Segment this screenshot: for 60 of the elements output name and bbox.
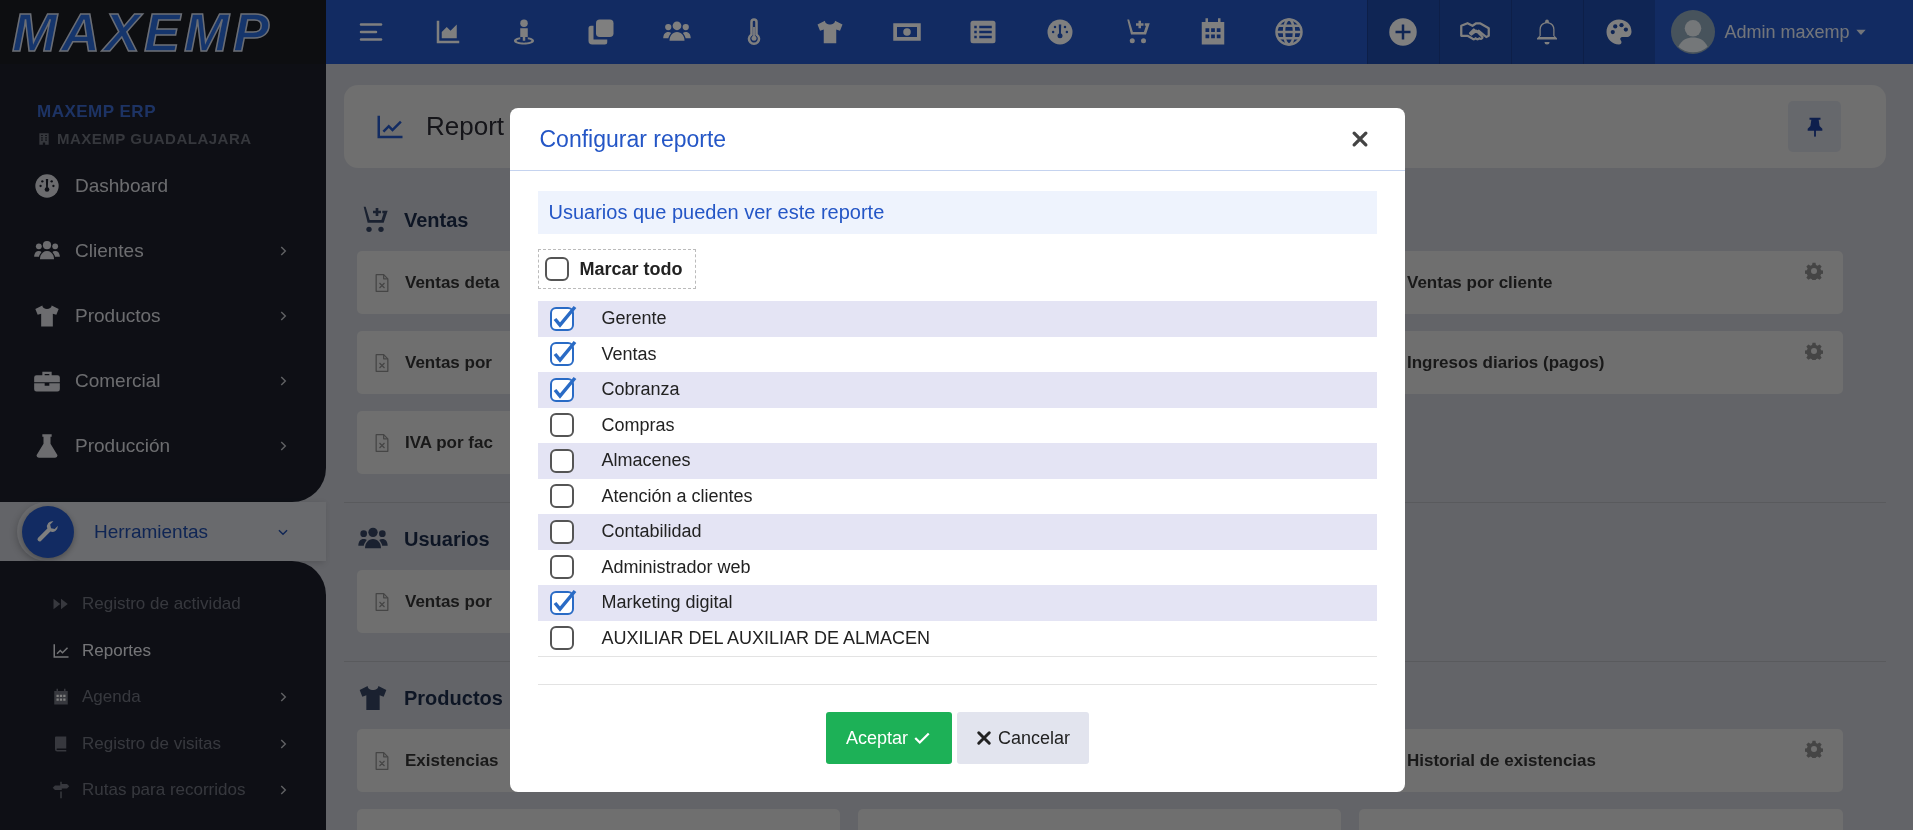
user-option[interactable]: Gerente — [537, 301, 1377, 337]
user-option[interactable]: Atención a clientes — [537, 478, 1377, 514]
user-option[interactable]: Cobranza — [537, 372, 1377, 408]
checkbox[interactable] — [548, 517, 577, 546]
report-name: Existencias — [405, 750, 499, 771]
checkbox[interactable] — [548, 375, 577, 404]
calendar-icon — [52, 688, 70, 707]
user-option[interactable]: Administrador web — [537, 549, 1377, 585]
gauge-icon — [33, 171, 61, 200]
sidebar-item[interactable]: Dashboard — [0, 153, 326, 218]
checkbox[interactable] — [548, 446, 577, 475]
globe-icon[interactable] — [1274, 17, 1305, 47]
checkbox[interactable] — [548, 553, 577, 582]
palette-icon[interactable] — [1604, 17, 1634, 47]
checkbox[interactable] — [543, 255, 572, 283]
settings-icon[interactable] — [1805, 342, 1823, 360]
close-icon — [974, 729, 993, 747]
section-title: Usuarios — [404, 527, 490, 551]
checkbox[interactable] — [548, 411, 577, 440]
building-icon — [37, 131, 51, 146]
section-title: Ventas — [404, 208, 469, 232]
sidebar-item[interactable]: Clientes — [0, 218, 326, 283]
sidebar-subitem[interactable]: Reportes — [0, 627, 326, 674]
plus-circle-icon[interactable] — [1388, 17, 1418, 47]
user-option[interactable]: Contabilidad — [537, 514, 1377, 550]
report-name: Historial de existencias — [1407, 750, 1596, 771]
select-all-checkbox[interactable]: Marcar todo — [537, 249, 696, 289]
sidebar-item[interactable]: Herramientas — [17, 502, 326, 561]
checkbox[interactable] — [548, 482, 577, 511]
sidebar-item[interactable]: Comercial — [0, 348, 326, 413]
report-name: Ventas por cliente — [1407, 272, 1553, 293]
report-name: Ventas por — [405, 591, 492, 612]
checkbox[interactable] — [548, 624, 577, 653]
sidebar-item[interactable]: Producción — [0, 413, 326, 478]
report-name: IVA por fac — [405, 432, 493, 453]
report-name: Ventas por — [405, 352, 492, 373]
user-option[interactable]: Compras — [537, 407, 1377, 443]
sidebar-item[interactable]: Productos — [0, 283, 326, 348]
accept-button[interactable]: Aceptar — [825, 712, 952, 764]
avatar-icon[interactable] — [1670, 10, 1715, 54]
company-name: MAXEMP ERP — [36, 102, 157, 122]
settings-icon[interactable] — [1805, 262, 1823, 280]
page-title: Report — [426, 111, 505, 142]
user-menu[interactable]: Admin maxemp — [1724, 21, 1850, 43]
user-option[interactable]: AUXILIAR DEL AUXILIAR DE ALMACEN — [537, 620, 1377, 656]
checkbox[interactable] — [548, 304, 577, 333]
dialog-title: Configurar reporte — [539, 125, 727, 153]
settings-icon[interactable] — [1805, 740, 1823, 758]
checkbox[interactable] — [548, 340, 577, 369]
cancel-button[interactable]: Cancelar — [956, 712, 1089, 764]
user-option[interactable]: Almacenes — [537, 443, 1377, 479]
section-title: Productos — [404, 686, 503, 710]
checkbox[interactable] — [548, 588, 577, 617]
report-name: Ingresos diarios (pagos) — [1407, 352, 1605, 373]
pin-button[interactable] — [1788, 101, 1841, 152]
line-chart-icon — [52, 641, 70, 660]
section-heading: Usuarios que pueden ver este reporte — [537, 191, 1377, 234]
signpost-icon — [52, 781, 70, 800]
report-name: Ventas deta — [405, 272, 500, 293]
user-option[interactable]: Marketing digital — [537, 585, 1377, 621]
